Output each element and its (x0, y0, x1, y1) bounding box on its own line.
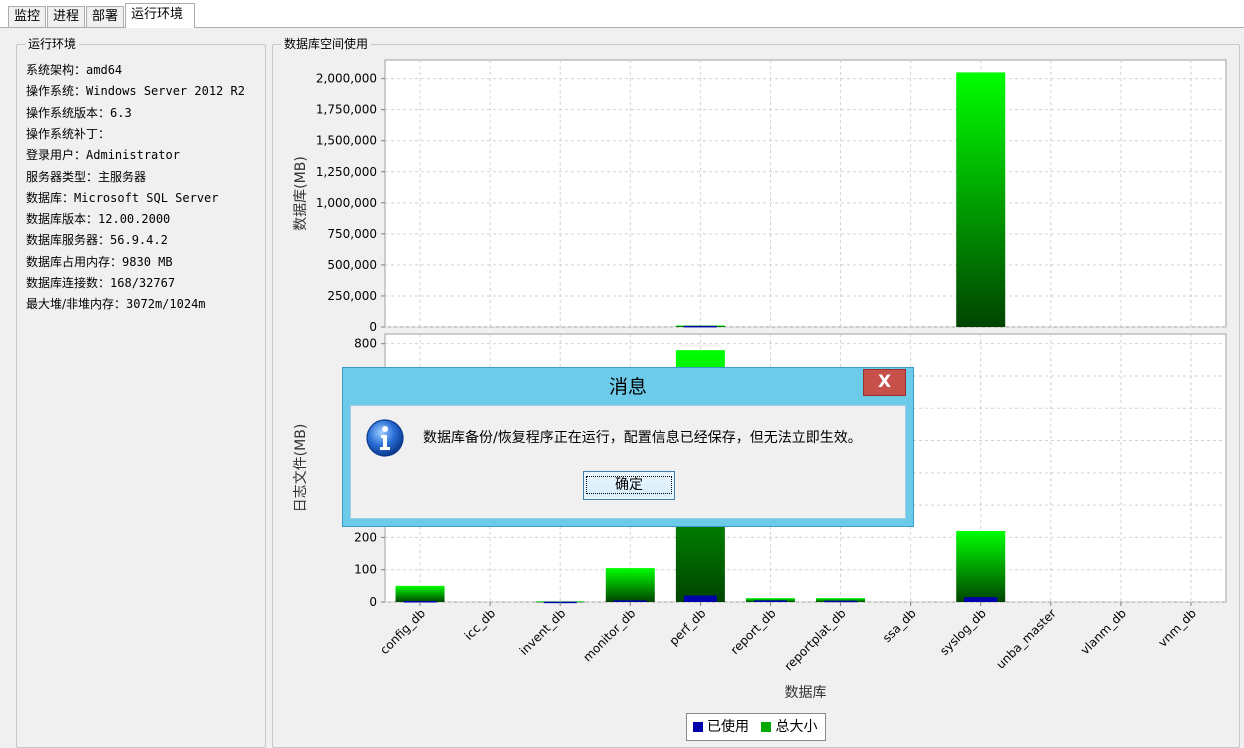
bar-total (956, 530, 1006, 602)
plot-area (384, 59, 1227, 328)
y-tick-label: 0 (369, 320, 377, 334)
chart-legend: 已使用 总大小 (686, 713, 826, 741)
x-tick-label: vlanm_db (1078, 606, 1129, 657)
bar-used (964, 597, 998, 602)
ok-button[interactable]: 确定 (583, 471, 675, 500)
legend-used-label: 已使用 (707, 719, 749, 735)
dialog-body: 数据库备份/恢复程序正在运行，配置信息已经保存，但无法立即生效。 确定 (350, 405, 906, 519)
ok-button-label: 确定 (586, 476, 672, 494)
y-tick-label: 800 (354, 337, 377, 351)
close-icon[interactable]: X (863, 369, 906, 396)
y-tick-label: 100 (354, 563, 377, 577)
y-tick-label: 250,000 (327, 289, 377, 303)
x-tick-label: icc_db (462, 606, 499, 643)
bar-used (613, 600, 647, 602)
bar-total (956, 72, 1006, 327)
y-tick-label: 0 (369, 595, 377, 609)
x-axis-title: 数据库 (785, 685, 827, 701)
legend-used-swatch (693, 722, 703, 732)
y-tick-label: 1,500,000 (316, 134, 377, 148)
x-tick-label: report_db (728, 606, 779, 657)
legend-total-label: 总大小 (775, 719, 818, 735)
y-tick-label: 1,750,000 (316, 103, 377, 117)
y-tick-label: 1,000,000 (316, 196, 377, 210)
x-tick-label: invent_db (517, 606, 569, 658)
dialog-title: 消息 (608, 376, 647, 398)
x-tick-label: monitor_db (580, 606, 638, 664)
y-axis-title: 数据库(MB) (293, 156, 309, 231)
bar-used (753, 600, 787, 602)
x-tick-label: unba_master (994, 606, 1059, 671)
tab-runtime-env[interactable]: 运行环境 (125, 3, 195, 28)
x-tick-label: syslog_db (937, 606, 989, 658)
x-tick-label: config_db (377, 606, 428, 657)
bar-used (683, 595, 717, 602)
x-tick-label: reportplat_db (782, 606, 849, 673)
y-tick-label: 750,000 (327, 227, 377, 241)
x-tick-label: vnm_db (1155, 606, 1199, 650)
y-axis-title: 日志文件(MB) (293, 424, 309, 513)
y-tick-label: 1,250,000 (316, 165, 377, 179)
y-tick-label: 500,000 (327, 258, 377, 272)
x-tick-label: ssa_db (880, 606, 919, 645)
message-dialog: 消息 X 数据库备份/恢复程序正在运行，配置信息已经保存，但无法立即生效。 确定 (342, 367, 914, 527)
bar-used (824, 600, 858, 603)
dialog-message: 数据库备份/恢复程序正在运行，配置信息已经保存，但无法立即生效。 (423, 430, 862, 446)
bar-total (605, 568, 655, 602)
y-tick-label: 200 (354, 530, 377, 544)
x-tick-label: perf_db (666, 606, 708, 648)
y-tick-label: 2,000,000 (316, 72, 377, 86)
legend-total-swatch (761, 722, 772, 732)
info-icon (366, 419, 404, 457)
bar-used (683, 325, 717, 328)
bar-total (395, 585, 445, 602)
